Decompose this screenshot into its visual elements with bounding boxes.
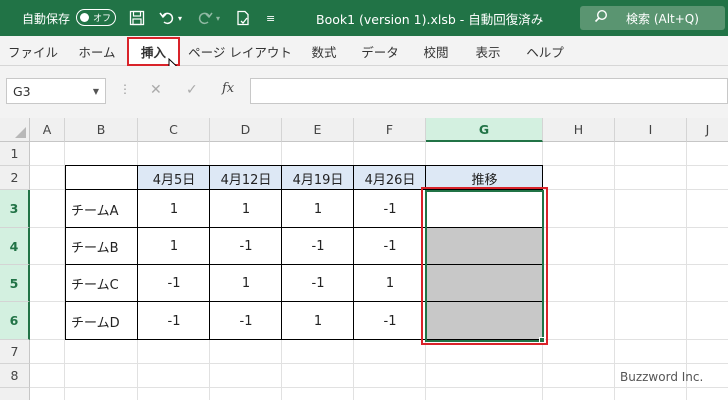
row-header-1[interactable]: 1	[0, 142, 30, 166]
tab-view[interactable]: 表示	[464, 36, 512, 66]
redo-dropdown-icon[interactable]: ▾	[216, 0, 220, 36]
cell-d5[interactable]: 1	[210, 265, 282, 302]
toggle-knob	[80, 13, 89, 22]
row-header-4[interactable]: 4	[0, 228, 30, 265]
cell-f4[interactable]: -1	[354, 228, 426, 265]
cell-b5[interactable]: チームC	[66, 265, 138, 302]
cell-c4[interactable]: 1	[138, 228, 210, 265]
column-header-b[interactable]: B	[65, 118, 138, 142]
column-header-e[interactable]: E	[282, 118, 354, 142]
cell-e4[interactable]: -1	[282, 228, 354, 265]
column-header-g[interactable]: G	[426, 118, 543, 142]
enter-icon[interactable]: ✓	[186, 82, 198, 98]
name-box[interactable]: G3 ▼	[6, 78, 106, 104]
tab-home[interactable]: ホーム	[68, 36, 126, 66]
title-bar: 自動保存 オフ ▾ ▾ ≡ Book1 (version 1).xlsb - 自…	[0, 0, 728, 36]
autosave-label: 自動保存	[22, 11, 71, 26]
cell-f3[interactable]: -1	[354, 190, 426, 228]
search-box[interactable]: 検索 (Alt+Q)	[580, 6, 725, 30]
highlight-annotation	[421, 187, 548, 345]
watermark: Buzzword Inc.	[620, 370, 704, 384]
insert-function-icon[interactable]: fx	[222, 81, 234, 96]
cell-d2[interactable]: 4月12日	[210, 166, 282, 190]
select-all-triangle-icon	[15, 127, 26, 138]
column-header-f[interactable]: F	[354, 118, 426, 142]
cancel-icon[interactable]: ✕	[150, 82, 162, 98]
cell-e5[interactable]: -1	[282, 265, 354, 302]
worksheet-grid[interactable]: A B C D E F G H I J 1 2 3 4 5 6 7 8 4月5日…	[0, 118, 728, 400]
cell-b4[interactable]: チームB	[66, 228, 138, 265]
chevron-down-icon[interactable]: ▼	[93, 87, 99, 96]
gridline	[614, 142, 615, 400]
column-header-c[interactable]: C	[138, 118, 210, 142]
cell-c5[interactable]: -1	[138, 265, 210, 302]
row-header-9[interactable]	[0, 388, 30, 400]
autosave-state: オフ	[93, 14, 112, 24]
table-border	[209, 165, 210, 340]
cell-d6[interactable]: -1	[210, 302, 282, 340]
cell-c3[interactable]: 1	[138, 190, 210, 228]
cell-b3[interactable]: チームA	[66, 190, 138, 228]
tab-review[interactable]: 校閲	[412, 36, 460, 66]
cell-d4[interactable]: -1	[210, 228, 282, 265]
cell-d3[interactable]: 1	[210, 190, 282, 228]
row-header-6[interactable]: 6	[0, 302, 30, 340]
cell-e2[interactable]: 4月19日	[282, 166, 354, 190]
tab-formulas[interactable]: 数式	[300, 36, 348, 66]
cell-c2[interactable]: 4月5日	[138, 166, 210, 190]
cell-f5[interactable]: 1	[354, 265, 426, 302]
cell-c6[interactable]: -1	[138, 302, 210, 340]
table-border	[353, 165, 354, 340]
gridline	[30, 387, 728, 388]
cell-f6[interactable]: -1	[354, 302, 426, 340]
tab-help[interactable]: ヘルプ	[516, 36, 574, 66]
formula-input[interactable]	[250, 78, 728, 104]
table-border	[137, 165, 138, 340]
column-header-j[interactable]: J	[687, 118, 728, 142]
table-border	[65, 165, 66, 340]
row-header-8[interactable]: 8	[0, 364, 30, 388]
tab-data[interactable]: データ	[352, 36, 408, 66]
row-header-5[interactable]: 5	[0, 265, 30, 302]
window-title: Book1 (version 1).xlsb - 自動回復済み	[316, 11, 544, 27]
column-header-d[interactable]: D	[210, 118, 282, 142]
column-header-i[interactable]: I	[615, 118, 687, 142]
select-all-button[interactable]	[0, 118, 30, 142]
save-icon[interactable]	[126, 0, 148, 36]
formula-bar: G3 ▼ ⋮ ✕ ✓ fx	[0, 66, 728, 118]
search-placeholder: 検索 (Alt+Q)	[626, 11, 699, 26]
column-header-h[interactable]: H	[543, 118, 615, 142]
name-box-value: G3	[13, 83, 31, 99]
undo-icon[interactable]	[156, 0, 178, 36]
column-header-a[interactable]: A	[30, 118, 65, 142]
ribbon-tabs: ファイル ホーム 挿入 ページ レイアウト 数式 データ 校閲 表示 ヘルプ	[0, 36, 728, 66]
cell-b6[interactable]: チームD	[66, 302, 138, 340]
row-header-2[interactable]: 2	[0, 166, 30, 190]
row-header-3[interactable]: 3	[0, 190, 30, 228]
redo-icon[interactable]	[194, 0, 216, 36]
gridline	[686, 142, 687, 400]
document-check-icon[interactable]	[232, 0, 254, 36]
customize-toolbar-icon[interactable]: ≡	[266, 0, 275, 36]
cell-e3[interactable]: 1	[282, 190, 354, 228]
cell-f2[interactable]: 4月26日	[354, 166, 426, 190]
autosave-toggle[interactable]: オフ	[76, 9, 116, 26]
gridline	[30, 363, 728, 364]
formula-bar-separator-icon: ⋮	[119, 82, 131, 96]
tab-file[interactable]: ファイル	[6, 36, 60, 66]
row-header-7[interactable]: 7	[0, 340, 30, 364]
tab-page-layout[interactable]: ページ レイアウト	[188, 36, 292, 66]
undo-dropdown-icon[interactable]: ▾	[178, 0, 182, 36]
cell-e6[interactable]: 1	[282, 302, 354, 340]
table-border	[281, 165, 282, 340]
search-icon	[594, 9, 608, 27]
